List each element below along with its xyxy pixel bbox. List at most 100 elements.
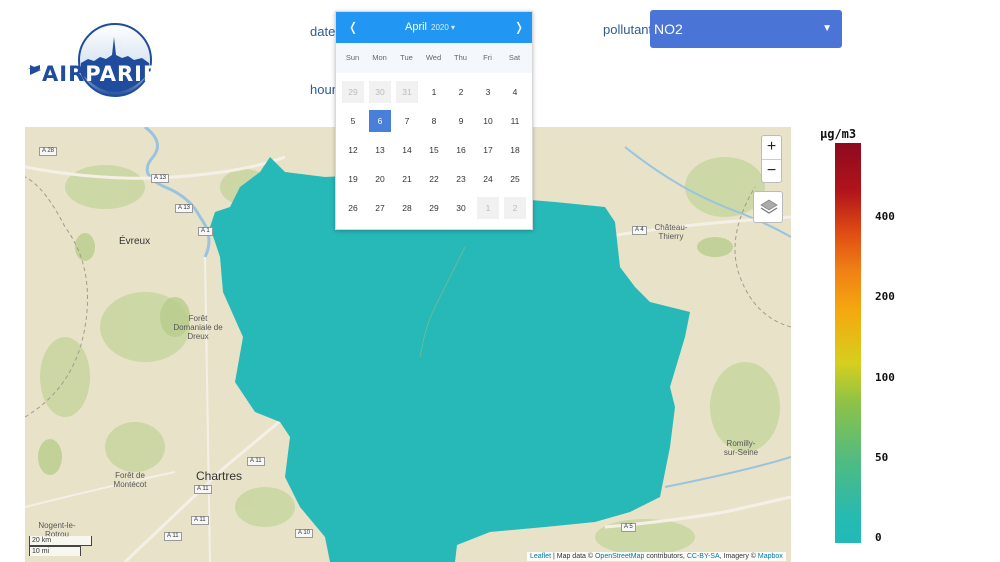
calendar-day[interactable]: 13 (369, 139, 391, 161)
calendar-day[interactable]: 3 (477, 81, 499, 103)
calendar-day[interactable]: 18 (504, 139, 526, 161)
calendar-day[interactable]: 21 (396, 168, 418, 190)
calendar-day[interactable]: 23 (450, 168, 472, 190)
calendar-day[interactable]: 7 (396, 110, 418, 132)
airparif-logo[interactable]: AIRPARIF (28, 15, 158, 105)
calendar-day[interactable]: 14 (396, 139, 418, 161)
weekday-mon: Mon (372, 53, 387, 62)
calendar-day[interactable]: 20 (369, 168, 391, 190)
legend-tick-0: 0 (875, 531, 882, 544)
calendar-day[interactable]: 17 (477, 139, 499, 161)
calendar-year-dropdown[interactable]: 2020 ▾ (431, 23, 455, 32)
cc-by-sa-link[interactable]: CC-BY-SA (687, 553, 720, 560)
layers-button[interactable] (753, 191, 783, 223)
scale-mi: 10 mi (29, 546, 81, 556)
attribution-text-3: , Imagery © (719, 553, 758, 560)
osm-link[interactable]: OpenStreetMap (595, 553, 644, 560)
calendar-day[interactable]: 19 (342, 168, 364, 190)
attribution-text-2: contributors, (644, 553, 687, 560)
calendar-month[interactable]: April (405, 21, 427, 33)
legend-tick-50: 50 (875, 451, 889, 464)
leaflet-link[interactable]: Leaflet (530, 553, 551, 560)
pollutant-label: pollutant (603, 22, 653, 37)
road-a1: A 1 (198, 227, 213, 236)
weekday-wed: Wed (425, 53, 442, 62)
logo-parif-text: PARIF (85, 62, 159, 86)
calendar-day[interactable]: 30 (369, 81, 391, 103)
calendar-header: ❬ April 2020 ▾ ❭ (336, 12, 532, 43)
calendar-day[interactable]: 11 (504, 110, 526, 132)
place-foret-dreux: Forêt Domaniale de Dreux (173, 314, 223, 341)
calendar-day[interactable]: 5 (342, 110, 364, 132)
calendar-day[interactable]: 9 (450, 110, 472, 132)
place-romilly: Romilly-sur-Seine (723, 439, 759, 457)
weekday-sun: Sun (345, 53, 360, 62)
road-a11-2: A 11 (191, 516, 209, 525)
date-label: date (310, 24, 336, 39)
calendar-day[interactable]: 12 (342, 139, 364, 161)
zoom-control: + − (761, 135, 782, 183)
legend-color-bar (835, 143, 861, 543)
map-scale: 20 km 10 mi (29, 536, 92, 556)
calendar-day[interactable]: 1 (477, 197, 499, 219)
logo-air-text: AIR (42, 62, 86, 86)
calendar-day[interactable]: 2 (450, 81, 472, 103)
road-a13-2: A 13 (175, 204, 194, 213)
calendar-day[interactable]: 29 (342, 81, 364, 103)
road-a5: A 5 (621, 523, 636, 532)
place-chartres: Chartres (196, 469, 243, 483)
place-foret-montecot: Forêt de Montécot (113, 471, 147, 489)
road-a10: A 10 (295, 529, 314, 538)
legend-tick-400: 400 (875, 210, 895, 223)
place-chateau-thierry: Château-Thierry (654, 223, 688, 241)
calendar-day-selected[interactable]: 6 (369, 110, 391, 132)
mapbox-link[interactable]: Mapbox (758, 553, 783, 560)
map-attribution: Leaflet | Map data © OpenStreetMap contr… (527, 552, 786, 561)
caret-down-icon: ▾ (451, 23, 456, 32)
road-a4: A 4 (632, 226, 647, 235)
prev-month-button[interactable]: ❬ (348, 20, 358, 34)
caret-down-icon: ▼ (822, 23, 832, 34)
zoom-in-button[interactable]: + (762, 136, 781, 159)
road-a13-1: A 13 (151, 174, 170, 183)
calendar-day[interactable]: 27 (369, 197, 391, 219)
logo-globe-icon (28, 23, 152, 97)
road-a11-1: A 11 (247, 457, 265, 466)
calendar-day[interactable]: 31 (396, 81, 418, 103)
calendar-day[interactable]: 25 (504, 168, 526, 190)
layers-icon (760, 199, 778, 214)
calendar-year: 2020 (431, 23, 449, 32)
calendar-day[interactable]: 29 (423, 197, 445, 219)
scale-km: 20 km (29, 536, 92, 546)
calendar-day[interactable]: 4 (504, 81, 526, 103)
calendar-day[interactable]: 22 (423, 168, 445, 190)
next-month-button[interactable]: ❭ (514, 20, 524, 34)
calendar-day[interactable]: 24 (477, 168, 499, 190)
date-picker-popup: ❬ April 2020 ▾ ❭ Sun Mon Tue Wed Thu Fri Sat 2… (335, 11, 533, 230)
weekday-tue: Tue (400, 53, 413, 62)
place-evreux: Évreux (119, 236, 151, 247)
road-a28: A 28 (39, 147, 58, 156)
calendar-day[interactable]: 26 (342, 197, 364, 219)
pollutant-select[interactable]: NO2 ▼ (650, 10, 842, 48)
calendar-day[interactable]: 10 (477, 110, 499, 132)
calendar-day[interactable]: 30 (450, 197, 472, 219)
road-a11-4: A 11 (194, 485, 212, 494)
calendar-day[interactable]: 16 (450, 139, 472, 161)
logo-wordmark: AIRPARIF (42, 62, 158, 86)
weekday-header: Sun Mon Tue Wed Thu Fri Sat (336, 43, 532, 73)
weekday-sat: Sat (508, 53, 521, 62)
attribution-text-1: | Map data © (551, 553, 595, 560)
calendar-day[interactable]: 2 (504, 197, 526, 219)
pollutant-select-value: NO2 (654, 21, 683, 37)
calendar-day[interactable]: 1 (423, 81, 445, 103)
calendar-day[interactable]: 8 (423, 110, 445, 132)
legend-unit: µg/m3 (820, 127, 857, 141)
calendar-day[interactable]: 28 (396, 197, 418, 219)
road-a11-3: A 11 (164, 532, 182, 541)
weekday-thu: Thu (454, 53, 467, 62)
weekday-fri: Fri (483, 53, 492, 62)
zoom-out-button[interactable]: − (762, 159, 781, 182)
calendar-day[interactable]: 15 (423, 139, 445, 161)
legend-tick-200: 200 (875, 290, 895, 303)
